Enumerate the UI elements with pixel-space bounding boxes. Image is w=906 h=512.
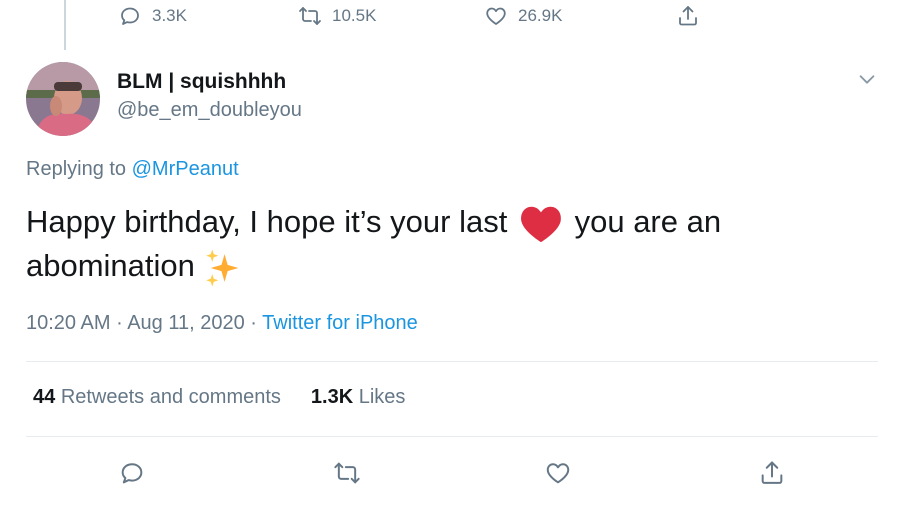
meta-separator: · [116, 312, 123, 334]
tweet-detail: 3.3K 10.5K 26.9K BLM | squishhhh @be_em_… [0, 0, 906, 512]
like-button[interactable] [543, 458, 573, 488]
prev-share-button[interactable] [676, 4, 700, 28]
prev-reply-button[interactable]: 3.3K [118, 4, 187, 28]
avatar[interactable] [26, 62, 100, 136]
divider [26, 436, 878, 437]
replying-mention-link[interactable]: @MrPeanut [132, 158, 239, 180]
tweet-date[interactable]: Aug 11, 2020 [127, 312, 245, 334]
meta-separator: · [250, 312, 257, 334]
tweet-time[interactable]: 10:20 AM [26, 312, 111, 334]
prev-retweet-button[interactable]: 10.5K [298, 4, 376, 28]
reply-button[interactable] [117, 458, 147, 488]
divider [26, 361, 878, 362]
tweet-text-part1: Happy birthday, I hope it’s your last [26, 204, 508, 239]
tweet-stats: 44 Retweets and comments 1.3K Likes [33, 386, 405, 409]
previous-tweet-actions: 3.3K 10.5K 26.9K [0, 0, 906, 34]
prev-retweet-count: 10.5K [332, 6, 377, 25]
tweet-text: Happy birthday, I hope it’s your last yo… [26, 200, 846, 288]
avatar-image [26, 62, 100, 136]
sparkles-emoji-icon [205, 249, 238, 287]
share-icon [679, 6, 697, 26]
replying-prefix: Replying to [26, 158, 127, 180]
prev-like-count: 26.9K [518, 6, 563, 25]
retweet-icon [334, 462, 360, 484]
retweets-count: 44 [33, 386, 56, 408]
reply-icon [121, 7, 139, 25]
likes-stat[interactable]: 1.3K Likes [311, 386, 406, 409]
tweet-meta: 10:20 AM · Aug 11, 2020 · Twitter for iP… [26, 312, 418, 335]
chevron-down-icon[interactable] [856, 68, 878, 90]
replying-to: Replying to @MrPeanut [26, 158, 239, 181]
author-display-name[interactable]: BLM | squishhhh [117, 70, 286, 94]
heart-outline-icon [546, 463, 570, 484]
red-heart-emoji-icon [521, 206, 561, 242]
retweet-icon [299, 7, 321, 25]
likes-label: Likes [358, 386, 406, 408]
prev-reply-count: 3.3K [152, 6, 187, 25]
prev-like-button[interactable]: 26.9K [484, 4, 562, 28]
author-handle[interactable]: @be_em_doubleyou [117, 99, 302, 122]
reply-icon [121, 463, 143, 484]
tweet-source-link[interactable]: Twitter for iPhone [262, 312, 418, 334]
retweets-stat[interactable]: 44 Retweets and comments [33, 386, 281, 409]
heart-outline-icon [486, 7, 506, 25]
share-button[interactable] [757, 458, 787, 488]
retweet-button[interactable] [332, 458, 362, 488]
retweets-label: Retweets and comments [60, 386, 281, 408]
likes-count: 1.3K [310, 386, 354, 408]
share-icon [761, 461, 783, 484]
